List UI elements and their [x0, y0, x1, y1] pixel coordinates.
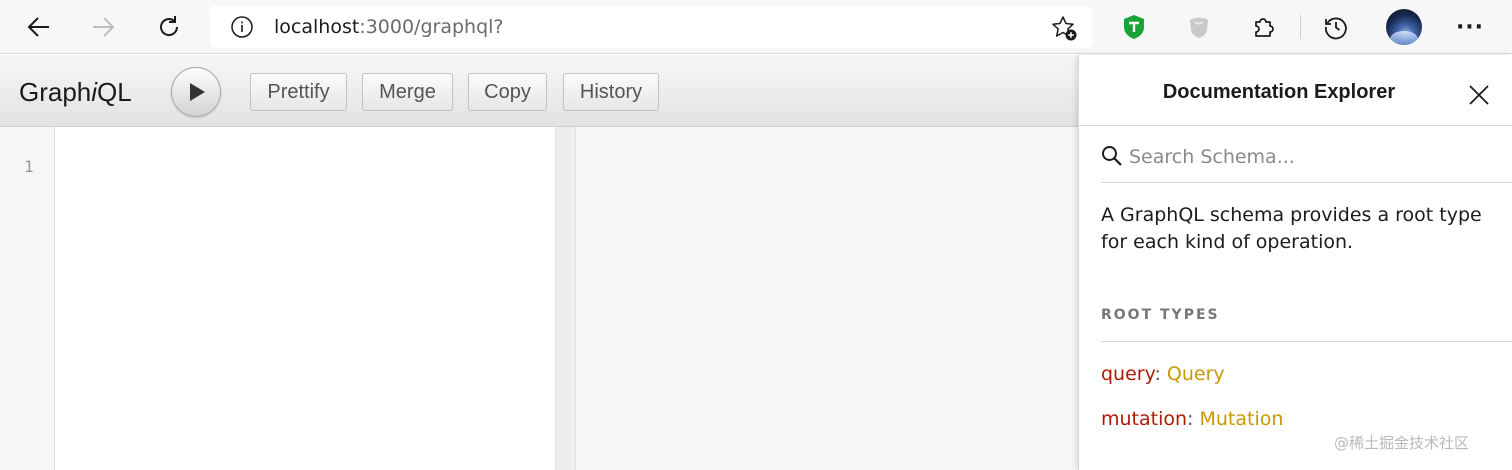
url-text[interactable]: localhost:3000/graphql?	[274, 15, 504, 39]
field-name: query	[1101, 363, 1155, 385]
puzzle-icon	[1255, 18, 1274, 37]
info-icon[interactable]	[230, 15, 254, 39]
schema-search	[1101, 143, 1512, 183]
toolbar-divider	[1300, 15, 1301, 39]
doc-explorer-header: Documentation Explorer	[1079, 55, 1512, 126]
extension-icon	[1190, 17, 1208, 38]
search-input[interactable]	[1129, 143, 1489, 171]
forward-arrow-icon	[93, 17, 115, 37]
shield-extension-icon	[1124, 15, 1144, 39]
avatar-image	[1390, 31, 1418, 45]
pane-resize-handle[interactable]	[555, 127, 576, 470]
more-options-button[interactable]: ···	[1452, 9, 1488, 45]
merge-button[interactable]: Merge	[362, 73, 453, 111]
execute-query-button[interactable]	[171, 67, 221, 117]
forward-button[interactable]	[85, 9, 121, 45]
logo-text-suffix: QL	[97, 77, 132, 107]
browser-toolbar: localhost:3000/graphql? ···	[0, 0, 1512, 54]
close-icon[interactable]	[1467, 83, 1491, 107]
play-icon	[190, 83, 205, 101]
history-icon	[1325, 17, 1347, 40]
shield-extension-button[interactable]	[1118, 11, 1150, 43]
logo-text-prefix: Graph	[19, 77, 92, 107]
refresh-icon	[160, 16, 179, 36]
watermark: @稀土掘金技术社区	[1334, 434, 1470, 452]
graphiql-logo: GraphiQL	[19, 77, 132, 108]
avatar[interactable]	[1386, 9, 1422, 45]
root-type-mutation: mutation: Mutation	[1101, 408, 1283, 430]
add-favorite-icon[interactable]	[1050, 14, 1078, 42]
refresh-button[interactable]	[151, 9, 187, 45]
type-link[interactable]: Query	[1167, 363, 1225, 385]
query-editor[interactable]	[56, 127, 555, 470]
documentation-explorer: Documentation Explorer A GraphQL schema …	[1078, 55, 1512, 470]
editor-gutter	[0, 127, 55, 470]
type-link[interactable]: Mutation	[1200, 408, 1284, 430]
grey-extension-button[interactable]	[1183, 11, 1215, 43]
search-icon	[1102, 146, 1122, 166]
prettify-button[interactable]: Prettify	[250, 73, 347, 111]
schema-description: A GraphQL schema provides a root type fo…	[1101, 204, 1482, 253]
back-arrow-icon	[27, 17, 49, 37]
history-toggle-button[interactable]: History	[563, 73, 659, 111]
section-divider	[1101, 341, 1512, 342]
doc-explorer-title: Documentation Explorer	[1162, 81, 1396, 103]
copy-button[interactable]: Copy	[468, 73, 547, 111]
field-colon: :	[1187, 408, 1200, 430]
url-path: :3000/graphql?	[359, 16, 504, 38]
section-title-root-types: ROOT TYPES	[1101, 307, 1220, 323]
root-type-query: query: Query	[1101, 363, 1225, 385]
graphiql-toolbar: GraphiQL Prettify Merge Copy History	[0, 55, 1078, 127]
url-host: localhost	[274, 16, 360, 38]
back-button[interactable]	[21, 9, 57, 45]
field-name: mutation	[1101, 408, 1188, 430]
extensions-button[interactable]	[1248, 11, 1280, 43]
result-pane[interactable]	[576, 127, 1078, 470]
address-bar[interactable]: localhost:3000/graphql?	[210, 6, 1092, 48]
history-button[interactable]	[1320, 11, 1352, 43]
line-number: 1	[24, 157, 34, 176]
field-colon: :	[1154, 363, 1167, 385]
